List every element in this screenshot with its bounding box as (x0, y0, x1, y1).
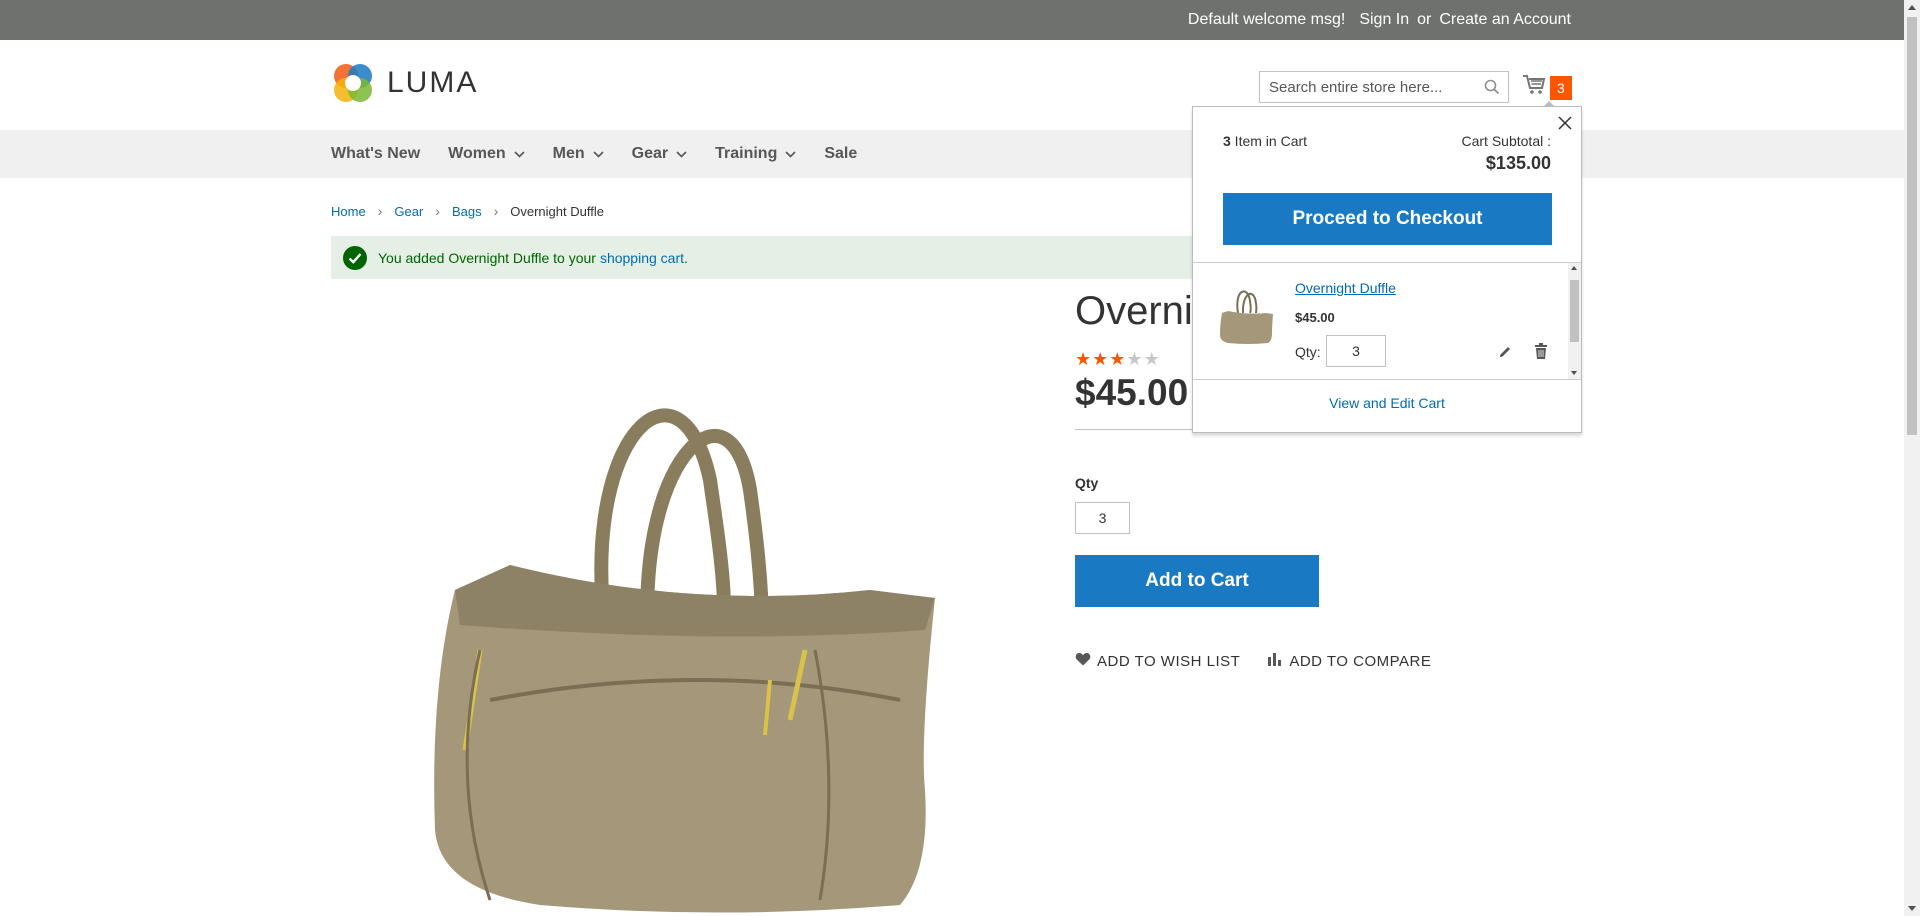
chevron-down-icon (514, 145, 525, 163)
breadcrumb-separator-icon: › (435, 203, 440, 219)
minicart-dropdown: 3 Item in Cart Cart Subtotal : $135.00 P… (1192, 101, 1582, 433)
search-icon[interactable] (1484, 79, 1500, 100)
scroll-down-icon[interactable] (1571, 371, 1577, 375)
or-text: or (1417, 11, 1432, 28)
duffle-bag-image (434, 408, 935, 913)
nav-item-label: Sale (824, 145, 858, 162)
sign-in-link[interactable]: Sign In (1359, 11, 1409, 29)
product-title: Overnight Duffle (1075, 289, 1195, 333)
breadcrumb-separator-icon: › (493, 203, 499, 219)
minicart-count-text: Item in Cart (1230, 133, 1308, 149)
subtotal-amount: $135.00 (1485, 153, 1551, 173)
minicart-count-number: 3 (1223, 133, 1231, 149)
nav-item-label: Training (715, 145, 778, 162)
luma-logo[interactable]: LUMA (331, 60, 478, 106)
view-and-edit-cart-link[interactable]: View and Edit Cart (1193, 395, 1581, 411)
minicart-product-name[interactable]: Overnight Duffle (1295, 280, 1396, 296)
shopping-cart-link[interactable]: shopping cart (600, 250, 684, 266)
scrollbar-thumb[interactable] (1907, 17, 1917, 435)
product-actions: ADD TO WISH LIST ADD TO COMPARE (1075, 652, 1431, 670)
scroll-up-icon[interactable] (1571, 266, 1577, 270)
star-empty-icon: ★ (1126, 349, 1143, 369)
header-links: Default welcome msg! Sign In or Create a… (1188, 11, 1571, 29)
nav-item-label: Men (552, 145, 585, 162)
compare-icon (1267, 652, 1283, 670)
chevron-down-icon (785, 145, 796, 163)
wishlist-label: ADD TO WISH LIST (1097, 652, 1241, 670)
nav-item-label: Women (448, 145, 506, 162)
breadcrumb-bags[interactable]: Bags (452, 204, 482, 219)
close-icon[interactable] (1555, 113, 1575, 133)
star-filled-icon: ★ (1075, 349, 1092, 369)
nav-item-what-s-new[interactable]: What's New (331, 145, 420, 163)
minicart-items-list: Overnight Duffle $45.00 Qty: (1193, 262, 1581, 380)
qty-label: Qty (1075, 475, 1099, 491)
add-to-cart-button[interactable]: Add to Cart (1075, 555, 1319, 607)
minicart-product-price: $45.00 (1295, 310, 1335, 325)
nav-item-training[interactable]: Training (715, 145, 796, 163)
main-navigation: What's New Women Men Gear Training Sale (0, 130, 1904, 178)
minicart-product-image[interactable] (1218, 283, 1276, 345)
compare-label: ADD TO COMPARE (1289, 652, 1432, 670)
breadcrumb-current: Overnight Duffle (510, 203, 604, 219)
search-box (1259, 71, 1509, 103)
breadcrumb-home[interactable]: Home (331, 204, 366, 219)
message-period: . (684, 249, 688, 266)
nav-item-label: Gear (631, 145, 669, 162)
page-header: LUMA 3 (0, 40, 1904, 130)
message-text: You added Overnight Duffle to your (378, 249, 596, 266)
page-scrollbar[interactable] (1904, 0, 1920, 916)
top-bar: Default welcome msg! Sign In or Create a… (0, 0, 1904, 40)
nav-item-men[interactable]: Men (553, 145, 604, 163)
minicart-item-count: 3 Item in Cart (1223, 133, 1307, 149)
welcome-message: Default welcome msg! (1187, 11, 1346, 28)
qty-input[interactable] (1075, 502, 1130, 534)
breadcrumb: Home › Gear › Bags › Overnight Duffle (331, 203, 604, 219)
edit-pencil-icon[interactable] (1498, 345, 1512, 364)
search-input[interactable] (1260, 72, 1470, 102)
nav-items: What's New Women Men Gear Training Sale (331, 130, 885, 178)
minicart-qty-input[interactable] (1326, 335, 1386, 367)
checkmark-icon (343, 245, 367, 270)
nav-item-women[interactable]: Women (448, 145, 525, 163)
star-filled-icon: ★ (1092, 349, 1109, 369)
scroll-up-icon[interactable] (1908, 5, 1916, 10)
star-empty-icon: ★ (1143, 349, 1160, 369)
scrollbar-thumb[interactable] (1570, 280, 1579, 342)
nav-item-label: What's New (331, 145, 421, 162)
add-to-wishlist-link[interactable]: ADD TO WISH LIST (1075, 652, 1240, 670)
breadcrumb-separator-icon: › (377, 203, 383, 219)
minicart-qty-label: Qty: (1295, 344, 1321, 360)
heart-icon (1075, 652, 1091, 670)
add-to-compare-link[interactable]: ADD TO COMPARE (1267, 652, 1431, 670)
product-image[interactable] (420, 360, 960, 916)
duffle-thumbnail-image (1220, 290, 1273, 344)
breadcrumb-gear[interactable]: Gear (394, 204, 423, 219)
trash-icon[interactable] (1534, 343, 1548, 364)
subtotal-label: Cart Subtotal : (1461, 133, 1552, 149)
chevron-down-icon (593, 145, 604, 163)
logo-text: LUMA (387, 66, 479, 99)
star-filled-icon: ★ (1109, 349, 1126, 369)
nav-item-gear[interactable]: Gear (632, 145, 687, 163)
nav-item-sale[interactable]: Sale (824, 145, 857, 163)
luma-logo-icon (334, 64, 372, 102)
chevron-down-icon (676, 145, 687, 163)
minicart-scrollbar[interactable] (1568, 263, 1581, 379)
proceed-to-checkout-button[interactable]: Proceed to Checkout (1223, 193, 1552, 245)
scroll-down-icon[interactable] (1908, 906, 1916, 911)
create-account-link[interactable]: Create an Account (1439, 11, 1571, 29)
